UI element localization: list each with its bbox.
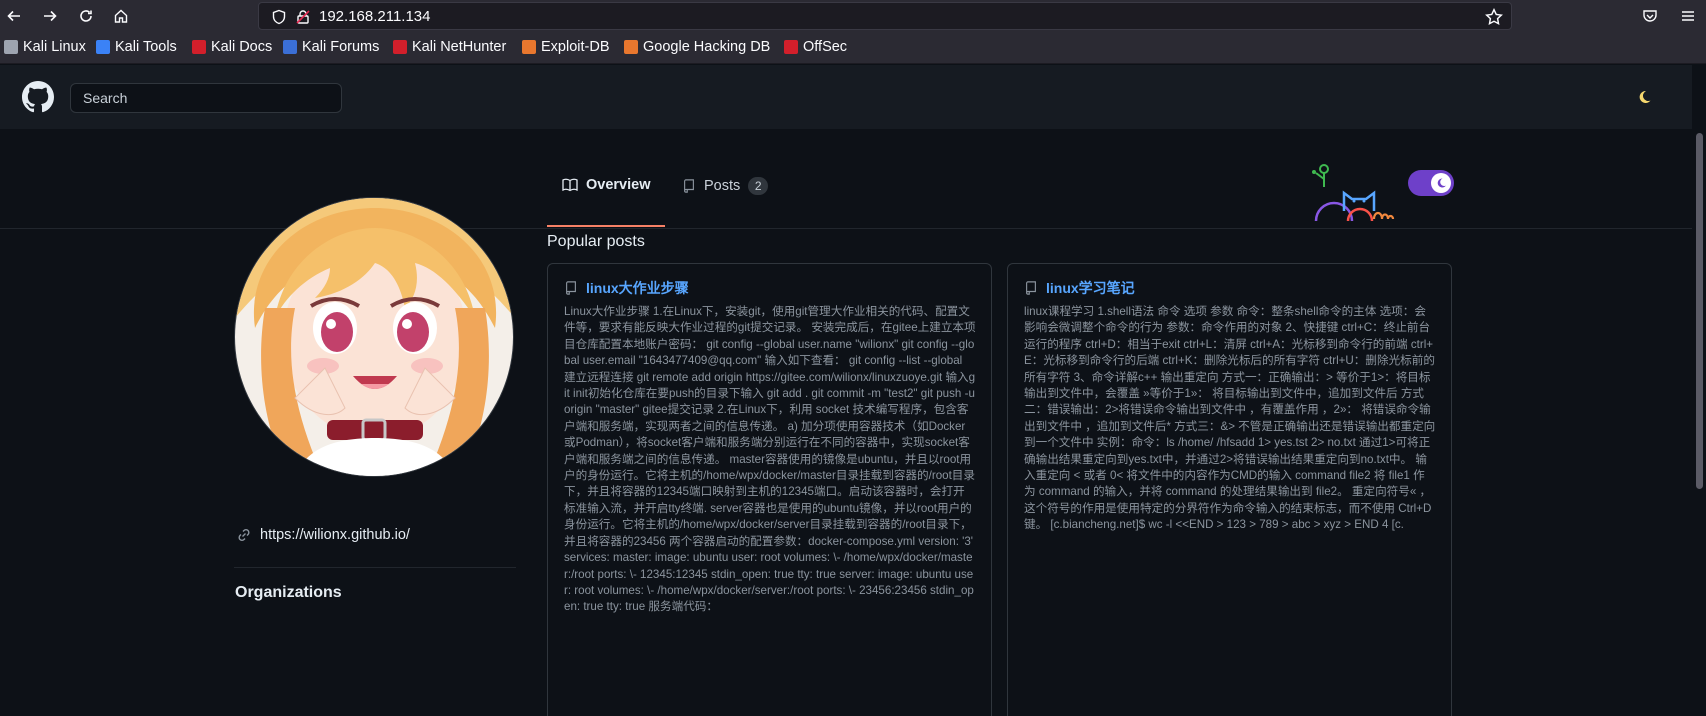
theme-toggle[interactable] <box>1408 170 1454 196</box>
page-content: Overview Posts 2 <box>0 65 1692 716</box>
bookmark-label: Kali Forums <box>302 39 380 55</box>
forward-button[interactable] <box>36 4 64 28</box>
google-hacking-db-icon <box>624 40 638 54</box>
page-scrollbar[interactable] <box>1692 65 1706 716</box>
sidebar-divider <box>234 567 516 568</box>
post-title-link[interactable]: linux大作业步骤 <box>586 278 689 298</box>
insecure-lock-icon[interactable] <box>295 9 311 25</box>
posts-count-badge: 2 <box>748 177 769 195</box>
moon-icon[interactable] <box>1636 89 1652 105</box>
github-logo-icon[interactable] <box>22 81 54 113</box>
bookmark-label: Google Hacking DB <box>643 39 771 55</box>
reload-icon <box>80 10 92 22</box>
bookmark-kali-forums[interactable]: Kali Forums <box>283 39 379 55</box>
kali-forums-icon <box>283 40 297 54</box>
kali-nethunter-icon <box>393 40 407 54</box>
octocat-illustration-icon <box>1312 164 1395 222</box>
popular-posts-heading: Popular posts <box>547 233 645 250</box>
active-tab-indicator <box>547 225 665 227</box>
post-card-header: linux大作业步骤 <box>564 278 689 298</box>
bookmark-label: Kali NetHunter <box>412 39 507 55</box>
bookmark-offsec[interactable]: OffSec <box>784 39 847 55</box>
website-url[interactable]: https://wilionx.github.io/ <box>260 527 410 543</box>
bookmark-label: Kali Linux <box>23 39 86 55</box>
link-icon <box>238 528 250 542</box>
pocket-button[interactable] <box>1636 4 1664 28</box>
bookmark-google-hacking-db[interactable]: Google Hacking DB <box>624 39 770 55</box>
bookmark-kali-docs[interactable]: Kali Docs <box>192 39 272 55</box>
home-button[interactable] <box>107 4 135 28</box>
post-excerpt: Linux大作业步骤 1.在Linux下，安装git，使用git管理大作业相关的… <box>564 305 976 614</box>
bookmark-label: OffSec <box>803 39 848 55</box>
back-button[interactable] <box>0 4 28 28</box>
post-excerpt: linux课程学习 1.shell语法 命令 选项 参数 命令：整条shell命… <box>1024 305 1436 532</box>
kali-dragon-icon <box>4 40 18 54</box>
url-text[interactable]: 192.168.211.134 <box>319 8 431 25</box>
menu-button[interactable] <box>1674 4 1702 28</box>
bookmark-star-icon[interactable] <box>1485 8 1503 26</box>
bookmark-kali-nethunter[interactable]: Kali NetHunter <box>393 39 506 55</box>
offsec-icon <box>784 40 798 54</box>
avatar <box>234 197 514 477</box>
browser-toolbar: 192.168.211.134 <box>0 0 1706 32</box>
scrollbar-thumb[interactable] <box>1696 133 1703 489</box>
bookmark-kali-linux[interactable]: Kali Linux <box>4 39 86 55</box>
repo-icon <box>1026 281 1036 295</box>
post-card-header: linux学习笔记 <box>1024 278 1135 298</box>
tab-posts[interactable]: Posts 2 <box>682 177 769 195</box>
bookmark-exploit-db[interactable]: Exploit-DB <box>522 39 610 55</box>
moon-icon <box>1437 178 1446 188</box>
book-icon <box>562 178 578 192</box>
bookmark-label: Exploit-DB <box>541 39 610 55</box>
bookmarks-bar: Kali Linux Kali Tools Kali Docs Kali For… <box>0 32 1706 64</box>
exploit-db-icon <box>522 40 536 54</box>
site-header <box>0 65 1692 129</box>
bookmark-kali-tools[interactable]: Kali Tools <box>96 39 177 55</box>
post-card[interactable]: linux大作业步骤 Linux大作业步骤 1.在Linux下，安装git，使用… <box>547 263 992 716</box>
shield-icon[interactable] <box>271 9 287 25</box>
tab-label: Posts <box>704 178 741 194</box>
home-icon <box>114 9 128 23</box>
post-card[interactable]: linux学习笔记 linux课程学习 1.shell语法 命令 选项 参数 命… <box>1007 263 1452 716</box>
tabs-divider <box>0 228 1692 229</box>
reload-button[interactable] <box>72 4 100 28</box>
bookmark-label: Kali Tools <box>115 39 177 55</box>
kali-docs-icon <box>192 40 206 54</box>
kali-tools-icon <box>96 40 110 54</box>
arrow-left-icon <box>7 10 20 22</box>
organizations-heading: Organizations <box>235 584 342 601</box>
hamburger-icon <box>1682 11 1694 21</box>
post-title-link[interactable]: linux学习笔记 <box>1046 278 1135 298</box>
anime-avatar-image <box>235 198 513 476</box>
repo-icon <box>566 281 576 295</box>
search-input[interactable] <box>70 83 342 113</box>
url-bar[interactable]: 192.168.211.134 <box>258 2 1512 30</box>
pocket-icon <box>1643 10 1657 22</box>
repo-icon <box>684 179 694 193</box>
toggle-knob <box>1431 173 1451 193</box>
tab-overview[interactable]: Overview <box>562 177 651 193</box>
website-link[interactable]: https://wilionx.github.io/ <box>236 527 410 543</box>
bookmark-label: Kali Docs <box>211 39 273 55</box>
arrow-right-icon <box>44 10 57 22</box>
tab-label: Overview <box>586 177 651 193</box>
